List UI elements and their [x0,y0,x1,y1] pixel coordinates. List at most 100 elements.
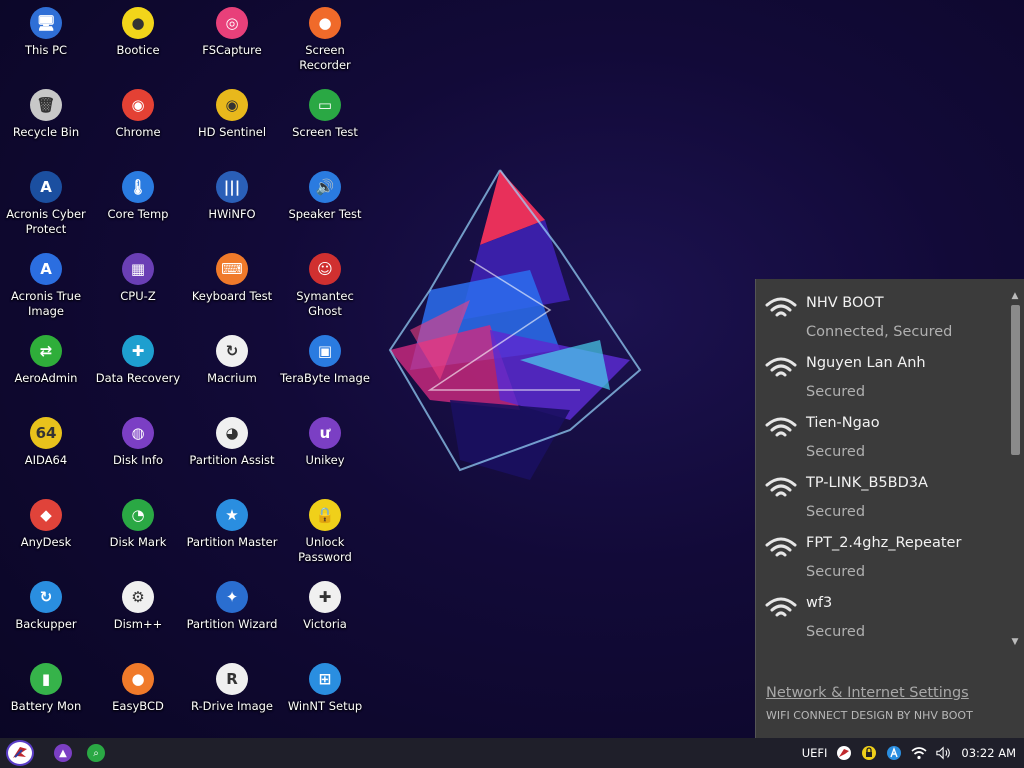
wifi-signal-icon [765,297,797,317]
wifi-status: Secured [806,624,866,640]
network-internet-settings-link[interactable]: Network & Internet Settings [766,685,969,701]
terabyte-image-icon: ▣ [309,335,341,367]
desktop-icon[interactable]: ☺ Symantec Ghost [279,246,371,326]
desktop-icon[interactable]: ◆ AnyDesk [0,492,92,572]
partition-wizard-icon: ✦ [216,581,248,613]
desktop-icon-label: Macrium [207,371,257,385]
desktop-icon-label: Bootice [116,43,160,57]
desktop-icon[interactable]: ◎ FSCapture [186,0,278,80]
desktop-icon-label: R-Drive Image [190,699,273,713]
r-drive-image-icon: R [216,663,248,695]
wifi-network-item[interactable]: wf3 Secured [756,579,1006,640]
desktop-icon[interactable]: ✚ Data Recovery [92,328,184,408]
desktop-icon[interactable]: ★ Partition Master [186,492,278,572]
tray-volume-icon[interactable] [936,745,952,761]
desktop-icon[interactable]: ▭ Screen Test [279,82,371,162]
desktop-icon[interactable]: ◔ Disk Mark [92,492,184,572]
wifi-network-item[interactable]: Nguyen Lan Anh Secured [756,339,1006,400]
desktop-icon-label: AnyDesk [20,535,72,549]
wifi-network-item[interactable]: TP-LINK_B5BD3A Secured [756,459,1006,520]
tray-wifi-icon[interactable] [911,745,927,761]
scroll-up-arrow-icon[interactable]: ▲ [1008,289,1022,303]
tray-lock-icon[interactable] [861,745,877,761]
desktop-icon[interactable]: ↻ Macrium [186,328,278,408]
desktop-icon[interactable]: R R-Drive Image [186,656,278,736]
desktop-icon-label: Dism++ [113,617,163,631]
desktop-icon-label: Backupper [15,617,77,631]
start-logo-icon [13,747,27,758]
desktop-icon-label: Symantec Ghost [296,289,354,318]
dism-icon: ⚙ [122,581,154,613]
wifi-list-scrollbar[interactable]: ▲ ▼ [1008,289,1022,649]
desktop-icon[interactable]: ◕ Partition Assist [186,410,278,490]
desktop-icon[interactable]: ▮ Battery Mon [0,656,92,736]
desktop-icon[interactable]: ư Unikey [279,410,371,490]
keyboard-test-icon: ⌨ [216,253,248,285]
chrome-icon: ◉ [122,89,154,121]
scroll-down-arrow-icon[interactable]: ▼ [1008,635,1022,649]
desktop-icon-label: Battery Mon [10,699,82,713]
easybcd-icon: ● [122,663,154,695]
desktop-icon[interactable]: ● Screen Recorder [279,0,371,80]
desktop-icon[interactable]: ● EasyBCD [92,656,184,736]
desktop-icon[interactable]: A Acronis Cyber Protect [0,164,92,244]
desktop-icon[interactable]: 🔊 Speaker Test [279,164,371,244]
desktop-icon-label: Chrome [115,125,161,139]
desktop-icon-label: Victoria [303,617,347,631]
winnt-setup-icon: ⊞ [309,663,341,695]
wifi-network-item[interactable]: Tien-Ngao Secured [756,399,1006,460]
aeroadmin-icon: ⇄ [30,335,62,367]
taskbar-app-launcher[interactable]: ▲ [54,744,72,762]
desktop-icon[interactable]: ⚙ Dism++ [92,574,184,654]
desktop-icon-label: Keyboard Test [191,289,273,303]
desktop-icon[interactable]: ↻ Backupper [0,574,92,654]
system-tray: UEFI 03:22 AM [802,738,1016,768]
desktop-icon[interactable]: ⌨ Keyboard Test [186,246,278,326]
cpu-z-icon: ▦ [122,253,154,285]
desktop-icon-label: HWiNFO [208,207,256,221]
desktop-icon[interactable]: 64 AIDA64 [0,410,92,490]
desktop-icon[interactable]: ◍ Disk Info [92,410,184,490]
desktop-icon[interactable]: ⊞ WinNT Setup [279,656,371,736]
speaker-test-icon: 🔊 [309,171,341,203]
core-temp-icon: 🌡 [122,171,154,203]
wifi-status: Connected, Secured [806,324,953,340]
wifi-network-item[interactable]: NHV BOOT Connected, Secured [756,279,1006,340]
desktop-icon-label: Partition Wizard [186,617,278,631]
desktop-icon[interactable]: 🗑 Recycle Bin [0,82,92,162]
desktop-icon[interactable]: ✚ Victoria [279,574,371,654]
desktop-icon[interactable]: ◉ HD Sentinel [186,82,278,162]
desktop-icon[interactable]: ● Bootice [92,0,184,80]
wifi-ssid: Tien-Ngao [806,415,880,431]
search-app-icon: ⌕ [93,747,99,759]
desktop-icon[interactable]: 🌡 Core Temp [92,164,184,244]
partition-assist-icon: ◕ [216,417,248,449]
desktop-icon[interactable]: 🔒 Unlock Password [279,492,371,572]
desktop-icon[interactable]: ||| HWiNFO [186,164,278,244]
wifi-network-item[interactable]: FPT_2.4ghz_Repeater Secured [756,519,1006,580]
tray-app-store-icon[interactable] [886,745,902,761]
taskbar-search-app[interactable]: ⌕ [87,744,105,762]
desktop-icon-label: FSCapture [202,43,262,57]
backupper-icon: ↻ [30,581,62,613]
wifi-ssid: Nguyen Lan Anh [806,355,926,371]
desktop-icon[interactable]: A Acronis True Image [0,246,92,326]
desktop-icon[interactable]: ▦ CPU-Z [92,246,184,326]
desktop-icon[interactable]: 🖥 This PC [0,0,92,80]
desktop-icon-label: Disk Info [112,453,164,467]
desktop-icon-label: Speaker Test [288,207,362,221]
desktop-icon[interactable]: ▣ TeraByte Image [279,328,371,408]
aida64-icon: 64 [30,417,62,449]
desktop-icon[interactable]: ⇄ AeroAdmin [0,328,92,408]
desktop-icon-label: Partition Assist [189,453,275,467]
wifi-status: Secured [806,444,866,460]
scrollbar-thumb[interactable] [1011,305,1020,455]
anydesk-icon: ◆ [30,499,62,531]
desktop-icon-label: This PC [24,43,68,57]
start-button[interactable] [6,740,34,766]
tray-boot-logo-icon[interactable] [836,745,852,761]
taskbar-clock[interactable]: 03:22 AM [961,746,1016,760]
desktop-icon[interactable]: ◉ Chrome [92,82,184,162]
desktop-icon[interactable]: ✦ Partition Wizard [186,574,278,654]
wifi-ssid: FPT_2.4ghz_Repeater [806,535,962,551]
